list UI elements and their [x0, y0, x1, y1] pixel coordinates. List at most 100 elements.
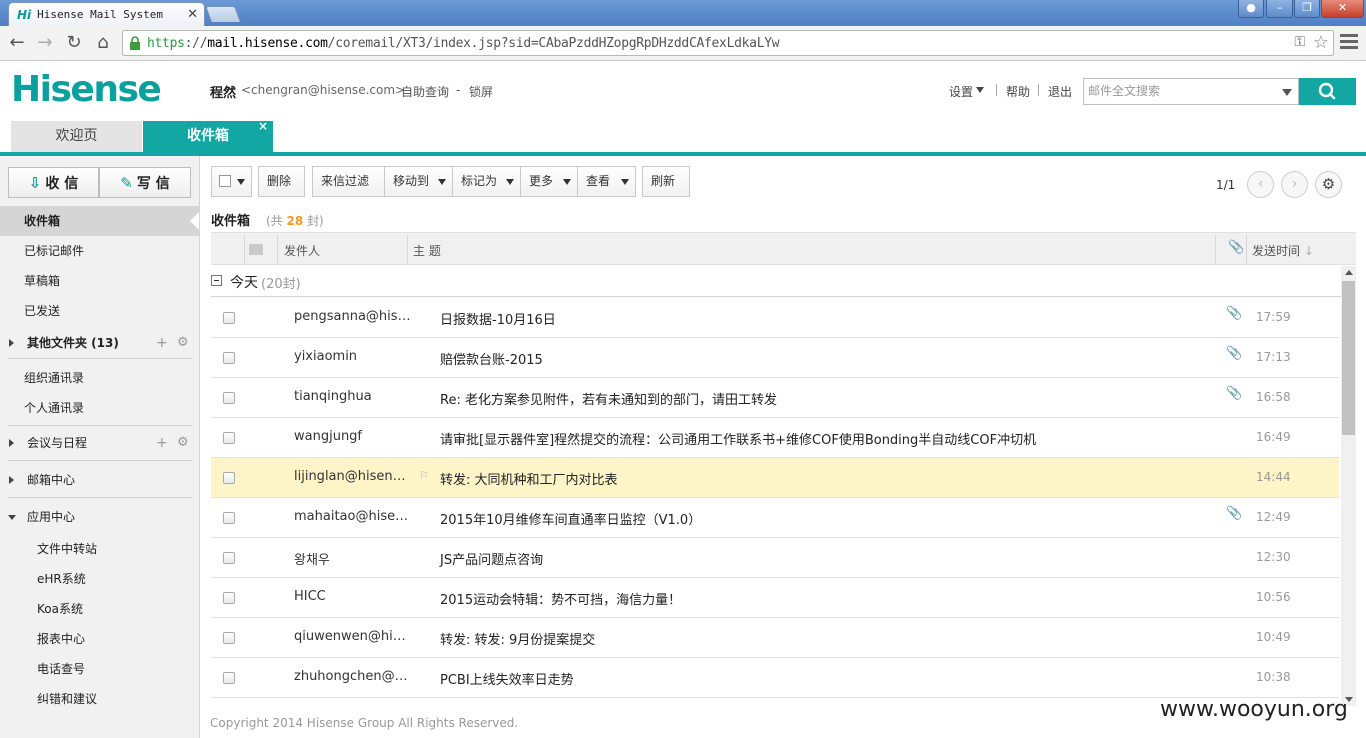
row-sender[interactable]: wangjungf [294, 429, 412, 444]
row-checkbox[interactable] [223, 672, 235, 684]
mail-row[interactable]: yixiaomin 赔偿款台账-2015 📎 17:13 [211, 338, 1339, 378]
row-sender[interactable]: lijinglan@hisense.com [294, 469, 412, 484]
key-icon[interactable]: ⚿ [1294, 34, 1305, 50]
mail-row[interactable]: mahaitao@hisense.com 2015年10月维修车间直通率日监控（V… [211, 498, 1339, 538]
row-subject[interactable]: JS产品问题点咨询 [440, 549, 543, 568]
delete-button[interactable]: 删除 [258, 166, 305, 197]
next-page-button[interactable]: › [1281, 171, 1308, 198]
menu-icon[interactable] [1340, 34, 1358, 52]
expand-icon[interactable] [9, 439, 14, 447]
row-sender[interactable]: tianqinghua [294, 389, 412, 404]
search-input[interactable] [1088, 84, 1268, 98]
search-button[interactable] [1299, 78, 1356, 105]
self-service-link[interactable]: 自助查询 [401, 83, 449, 100]
attachment-icon[interactable]: 📎 [1228, 240, 1244, 255]
sidebar-item-inbox[interactable]: 收件箱 [0, 206, 199, 236]
row-sender[interactable]: pengsanna@hisense.com [294, 309, 412, 324]
scroll-up-arrow-icon[interactable] [1345, 270, 1353, 275]
row-sender[interactable]: 왕채우 [294, 549, 412, 568]
help-link[interactable]: 帮助 [1006, 83, 1030, 100]
flag-icon[interactable]: ⚐ [419, 469, 429, 482]
back-arrow-icon[interactable]: ← [5, 31, 29, 55]
browser-tab[interactable]: Hi Hisense Mail System ✕ [8, 2, 205, 26]
select-all-dropdown[interactable] [211, 166, 252, 197]
home-icon[interactable]: ⌂ [91, 31, 115, 55]
user-icon[interactable]: ● [1238, 0, 1264, 18]
minimize-button[interactable]: – [1266, 0, 1293, 18]
row-subject[interactable]: 2015运动会特辑：势不可挡，海信力量！ [440, 589, 681, 608]
sidebar-group-other-folders[interactable]: 其他文件夹 (13) + ⚙ [0, 328, 199, 358]
tab-inbox[interactable]: 收件箱 × [143, 119, 273, 152]
sidebar-app-phone-lookup[interactable]: 电话查号 [0, 654, 199, 684]
row-subject[interactable]: 转发: 大同机种和工厂内对比表 [440, 469, 618, 488]
restore-button[interactable]: ❐ [1294, 0, 1320, 18]
sidebar-group-mailbox-center[interactable]: 邮箱中心 [0, 465, 199, 495]
sidebar-group-app-center[interactable]: 应用中心 [0, 502, 199, 532]
new-tab-button[interactable] [205, 6, 241, 22]
window-close-button[interactable]: ✕ [1321, 0, 1364, 18]
row-checkbox[interactable] [223, 312, 235, 324]
row-checkbox[interactable] [223, 432, 235, 444]
row-checkbox[interactable] [223, 352, 235, 364]
row-sender[interactable]: zhuhongchen@hisense.com [294, 669, 412, 684]
sidebar-app-reports[interactable]: 报表中心 [0, 624, 199, 654]
scroll-thumb[interactable] [1342, 281, 1355, 435]
sidebar-app-feedback[interactable]: 纠错和建议 [0, 684, 199, 714]
collapse-icon[interactable] [211, 275, 222, 286]
expand-icon[interactable] [9, 476, 14, 484]
row-subject[interactable]: 日报数据-10月16日 [440, 309, 556, 328]
more-dropdown[interactable]: 更多 [520, 166, 578, 197]
row-subject[interactable]: Re: 老化方案参见附件，若有未通知到的部门，请田工转发 [440, 389, 777, 408]
mail-row[interactable]: qiuwenwen@hisense.com 转发: 转发: 9月份提案提交 10:4… [211, 618, 1339, 658]
chevron-down-icon[interactable] [1282, 89, 1292, 96]
address-bar[interactable]: https://mail.hisense.com/coremail/XT3/in… [122, 30, 1334, 56]
mail-row[interactable]: wangjungf 请审批[显示器件室]程然提交的流程：公司通用工作联系书+维修C… [211, 418, 1339, 458]
row-subject[interactable]: 赔偿款台账-2015 [440, 349, 543, 368]
sidebar-app-koa[interactable]: Koa系统 [0, 594, 199, 624]
receive-mail-button[interactable]: ⇩ 收 信 [8, 167, 99, 198]
move-to-dropdown[interactable]: 移动到 [384, 166, 453, 197]
row-sender[interactable]: mahaitao@hisense.com [294, 509, 412, 524]
mail-row[interactable]: HICC 2015运动会特辑：势不可挡，海信力量！ 10:56 [211, 578, 1339, 618]
sidebar-item-flagged[interactable]: 已标记邮件 [0, 236, 199, 266]
mail-row[interactable]: tianqinghua Re: 老化方案参见附件，若有未通知到的部门，请田工转发 📎… [211, 378, 1339, 418]
row-checkbox[interactable] [223, 552, 235, 564]
collapse-icon[interactable] [8, 515, 16, 520]
compose-button[interactable]: ✎ 写 信 [99, 167, 191, 198]
prev-page-button[interactable]: ‹ [1247, 171, 1274, 198]
mark-as-dropdown[interactable]: 标记为 [452, 166, 521, 197]
column-header-subject[interactable]: 主 题 [413, 242, 441, 259]
view-dropdown[interactable]: 查看 [577, 166, 636, 197]
gear-icon[interactable]: ⚙ [177, 428, 189, 458]
row-sender[interactable]: qiuwenwen@hisense.com [294, 629, 412, 644]
sidebar-group-meetings[interactable]: 会议与日程 + ⚙ [0, 428, 199, 458]
sidebar-item-org-contacts[interactable]: 组织通讯录 [0, 363, 199, 393]
column-header-sender[interactable]: 发件人 [284, 242, 320, 259]
sidebar-item-personal-contacts[interactable]: 个人通讯录 [0, 393, 199, 423]
row-checkbox[interactable] [223, 592, 235, 604]
sidebar-app-ehr[interactable]: eHR系统 [0, 564, 199, 594]
row-sender[interactable]: HICC [294, 589, 412, 604]
filter-button[interactable]: 来信过滤 [312, 166, 385, 197]
close-icon[interactable]: × [258, 111, 268, 142]
row-subject[interactable]: PCBI上线失效率日走势 [440, 669, 574, 688]
add-icon[interactable]: + [156, 328, 168, 358]
close-icon[interactable]: ✕ [187, 7, 198, 22]
forward-arrow-icon[interactable]: → [33, 31, 57, 55]
settings-menu[interactable]: 设置 [949, 83, 973, 100]
gear-icon[interactable]: ⚙ [1315, 171, 1342, 198]
mail-row[interactable]: lijinglan@hisense.com ⚐ 转发: 大同机种和工厂内对比表 14:… [211, 458, 1339, 498]
mail-row[interactable]: pengsanna@hisense.com 日报数据-10月16日 📎 17:59 [211, 298, 1339, 338]
lock-screen-link[interactable]: 锁屏 [469, 83, 493, 100]
gear-icon[interactable]: ⚙ [177, 328, 189, 358]
chevron-down-icon[interactable] [976, 87, 984, 93]
row-checkbox[interactable] [223, 472, 235, 484]
row-sender[interactable]: yixiaomin [294, 349, 412, 364]
row-subject[interactable]: 请审批[显示器件室]程然提交的流程：公司通用工作联系书+维修COF使用Bondi… [440, 429, 1036, 448]
select-all-checkbox[interactable] [219, 175, 231, 187]
row-checkbox[interactable] [223, 512, 235, 524]
sidebar-item-sent[interactable]: 已发送 [0, 296, 199, 326]
refresh-button[interactable]: 刷新 [642, 166, 690, 197]
sidebar-item-drafts[interactable]: 草稿箱 [0, 266, 199, 296]
mail-row[interactable]: 왕채우 JS产品问题点咨询 12:30 [211, 538, 1339, 578]
